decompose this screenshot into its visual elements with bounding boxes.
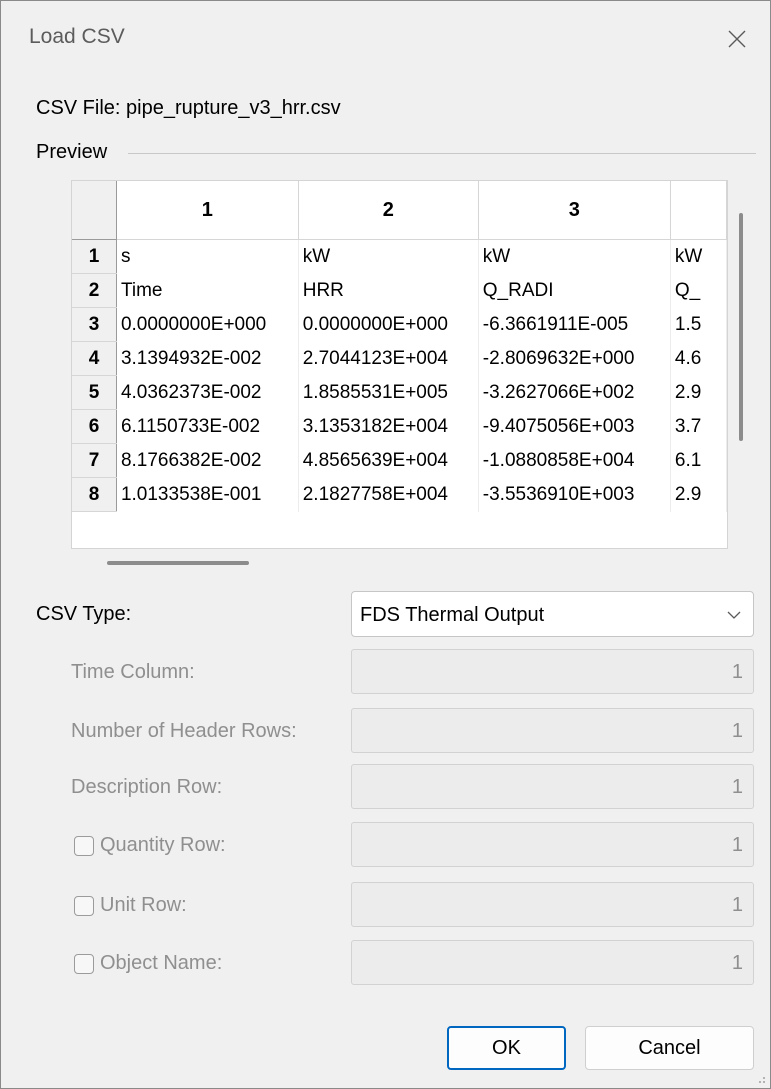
table-cell[interactable]: 4.0362373E-002: [116, 375, 299, 410]
close-button[interactable]: [704, 1, 770, 77]
column-header[interactable]: 3: [478, 181, 671, 240]
header-rows-label: Number of Header Rows:: [71, 720, 297, 742]
chevron-down-icon: [727, 611, 741, 619]
table-cell[interactable]: -1.0880858E+004: [478, 443, 671, 478]
table-cell[interactable]: -9.4075056E+003: [478, 409, 671, 444]
table-cell[interactable]: -3.2627066E+002: [478, 375, 671, 410]
object-name-label: Object Name:: [100, 952, 223, 974]
table-cell[interactable]: Time: [116, 273, 299, 308]
quantity-row-checkbox[interactable]: Quantity Row:: [74, 834, 226, 857]
row-header[interactable]: 4: [72, 341, 117, 376]
row-header[interactable]: 6: [72, 409, 117, 444]
preview-group-label: Preview: [36, 141, 108, 163]
row-header[interactable]: 3: [72, 307, 117, 342]
column-header[interactable]: 1: [116, 181, 299, 240]
preview-grid[interactable]: 1 2 3 1 s kW kW kW 2 Time HRR Q_RADI Q_ …: [71, 180, 728, 549]
title-bar: Load CSV: [1, 1, 770, 77]
table-row: 1 s kW kW kW: [72, 239, 727, 274]
row-header[interactable]: 1: [72, 239, 117, 274]
header-rows-field: 1: [351, 708, 754, 753]
preview-horizontal-scrollbar[interactable]: [107, 561, 249, 565]
checkbox-box[interactable]: [74, 953, 94, 974]
table-cell[interactable]: kW: [670, 239, 727, 274]
column-header[interactable]: [670, 181, 727, 240]
column-header[interactable]: 2: [298, 181, 479, 240]
table-row: 5 4.0362373E-002 1.8585531E+005 -3.26270…: [72, 375, 727, 410]
table-cell[interactable]: 4.6: [670, 341, 727, 376]
close-icon: [728, 30, 746, 48]
table-cell[interactable]: 2.9: [670, 477, 727, 512]
table-cell[interactable]: 6.1150733E-002: [116, 409, 299, 444]
table-row: 8 1.0133538E-001 2.1827758E+004 -3.55369…: [72, 477, 727, 512]
quantity-row-value: 1: [731, 834, 743, 856]
csv-type-value: FDS Thermal Output: [360, 604, 545, 626]
table-row: 7 8.1766382E-002 4.8565639E+004 -1.08808…: [72, 443, 727, 478]
resize-grip-icon[interactable]: [754, 1072, 766, 1084]
row-header[interactable]: 8: [72, 477, 117, 512]
table-cell[interactable]: 3.1394932E-002: [116, 341, 299, 376]
unit-row-field: 1: [351, 882, 754, 927]
time-column-field: 1: [351, 649, 754, 694]
csv-file-label: CSV File: pipe_rupture_v3_hrr.csv: [36, 97, 341, 119]
object-name-checkbox[interactable]: Object Name:: [74, 952, 222, 975]
table-cell[interactable]: s: [116, 239, 299, 274]
table-cell[interactable]: 0.0000000E+000: [116, 307, 299, 342]
table-cell[interactable]: 2.7044123E+004: [298, 341, 479, 376]
row-header[interactable]: 7: [72, 443, 117, 478]
object-name-field: 1: [351, 940, 754, 985]
table-cell[interactable]: 8.1766382E-002: [116, 443, 299, 478]
ok-button[interactable]: OK: [447, 1026, 566, 1070]
table-cell[interactable]: 3.1353182E+004: [298, 409, 479, 444]
table-cell[interactable]: 1.5: [670, 307, 727, 342]
table-row: 3 0.0000000E+000 0.0000000E+000 -6.36619…: [72, 307, 727, 342]
table-cell[interactable]: Q_RADI: [478, 273, 671, 308]
table-cell[interactable]: 4.8565639E+004: [298, 443, 479, 478]
header-rows-value: 1: [731, 720, 743, 742]
table-cell[interactable]: 2.1827758E+004: [298, 477, 479, 512]
table-cell[interactable]: kW: [298, 239, 479, 274]
table-cell[interactable]: 6.1: [670, 443, 727, 478]
table-cell[interactable]: 1.8585531E+005: [298, 375, 479, 410]
table-cell[interactable]: 2.9: [670, 375, 727, 410]
table-cell[interactable]: -2.8069632E+000: [478, 341, 671, 376]
load-csv-dialog: Load CSV CSV File: pipe_rupture_v3_hrr.c…: [0, 0, 771, 1089]
description-row-field: 1: [351, 764, 754, 809]
table-row: 6 6.1150733E-002 3.1353182E+004 -9.40750…: [72, 409, 727, 444]
table-cell[interactable]: -6.3661911E-005: [478, 307, 671, 342]
table-cell[interactable]: -3.5536910E+003: [478, 477, 671, 512]
cancel-button[interactable]: Cancel: [585, 1026, 754, 1070]
quantity-row-field: 1: [351, 822, 754, 867]
preview-vertical-scrollbar[interactable]: [739, 213, 743, 441]
checkbox-box[interactable]: [74, 895, 94, 916]
table-cell[interactable]: HRR: [298, 273, 479, 308]
table-cell[interactable]: 0.0000000E+000: [298, 307, 479, 342]
time-column-label: Time Column:: [71, 661, 195, 683]
description-row-label: Description Row:: [71, 776, 223, 798]
unit-row-label: Unit Row:: [100, 894, 187, 916]
description-row-value: 1: [731, 776, 743, 798]
table-cell[interactable]: 1.0133538E-001: [116, 477, 299, 512]
grid-corner[interactable]: [72, 181, 117, 240]
table-cell[interactable]: Q_: [670, 273, 727, 308]
csv-type-dropdown[interactable]: FDS Thermal Output: [351, 591, 754, 637]
row-header[interactable]: 2: [72, 273, 117, 308]
checkbox-box[interactable]: [74, 835, 94, 856]
table-cell[interactable]: kW: [478, 239, 671, 274]
table-cell[interactable]: 3.7: [670, 409, 727, 444]
quantity-row-label: Quantity Row:: [100, 834, 226, 856]
unit-row-value: 1: [731, 894, 743, 916]
table-row: 4 3.1394932E-002 2.7044123E+004 -2.80696…: [72, 341, 727, 376]
row-header[interactable]: 5: [72, 375, 117, 410]
csv-type-label: CSV Type:: [36, 603, 132, 625]
unit-row-checkbox[interactable]: Unit Row:: [74, 894, 187, 917]
preview-divider: [128, 153, 756, 154]
object-name-value: 1: [731, 952, 743, 974]
time-column-value: 1: [731, 661, 743, 683]
window-title: Load CSV: [29, 25, 125, 48]
table-row: 2 Time HRR Q_RADI Q_: [72, 273, 727, 308]
